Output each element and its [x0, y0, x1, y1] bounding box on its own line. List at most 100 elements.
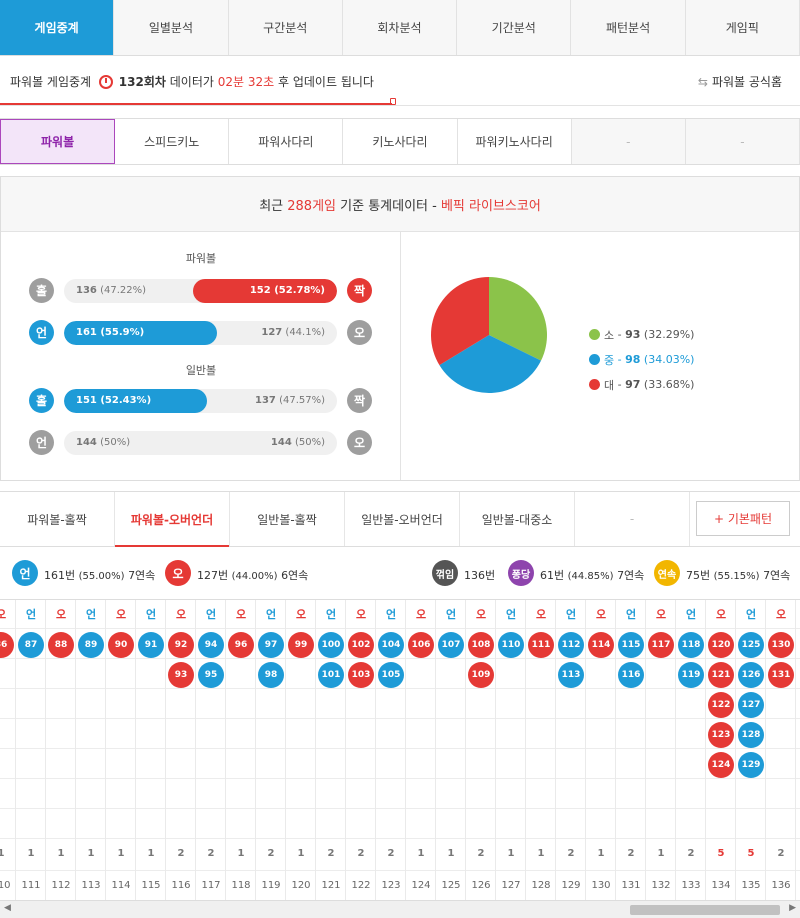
stats-site-name: 베픽 라이브스코어 — [440, 198, 541, 214]
scroll-right-icon[interactable]: ▶ — [789, 903, 796, 913]
round-ball: 96 — [228, 632, 254, 658]
tab-game-pick[interactable]: 게임픽 — [686, 0, 800, 55]
under-header: 언 — [565, 608, 577, 621]
official-home-link[interactable]: ⇆ 파워볼 공식홈 — [698, 73, 782, 90]
statistics-header: 최근 288게임 기준 통계데이터 - 베픽 라이브스코어 — [1, 177, 799, 232]
top-nav-tabs: 게임중계 일별분석 구간분석 회차분석 기간분석 패턴분석 게임픽 — [0, 0, 800, 56]
info-mid: 데이터가 — [169, 75, 214, 89]
legend-item-small: 소 - 93 (32.29%) — [589, 322, 694, 347]
over-header: 오 — [655, 608, 667, 621]
column-round-number: 115 — [141, 880, 161, 891]
round-ball: 98 — [258, 662, 284, 688]
column-round-number: 126 — [471, 880, 491, 891]
streak-count: 2 — [627, 848, 635, 859]
round-ball: 95 — [198, 662, 224, 688]
over-header: 오 — [475, 608, 487, 621]
round-ball: 110 — [498, 632, 524, 658]
round-ball: 89 — [78, 632, 104, 658]
legend-item-large: 대 - 97 (33.68%) — [589, 372, 694, 397]
streak-count: 1 — [57, 848, 65, 859]
tab-keno-ladder[interactable]: 키노사다리 — [343, 119, 458, 164]
current-round: 132회차 — [118, 75, 166, 89]
round-ball: 93 — [168, 662, 194, 688]
under-header: 언 — [385, 608, 397, 621]
pattern-column: 오 117 1 132 — [646, 600, 676, 900]
official-home-label: 파워볼 공식홈 — [711, 75, 782, 89]
column-round-number: 123 — [381, 880, 401, 891]
tab-empty: - — [575, 492, 690, 546]
pong-summary: 61번 (44.85%) 7연속 — [540, 569, 645, 582]
update-status-text: 파워볼 게임중계 132회차 데이터가 02분 32초 후 업데이트 됩니다 — [10, 73, 374, 90]
tab-pattern-analysis[interactable]: 패턴분석 — [571, 0, 686, 55]
pattern-column: 언 118 119 2 133 — [676, 600, 706, 900]
round-ball: 90 — [108, 632, 134, 658]
tab-daily-analysis[interactable]: 일별분석 — [114, 0, 229, 55]
over-header: 오 — [355, 608, 367, 621]
odd-value: 151 (52.43%) — [76, 395, 152, 406]
size-pie-chart — [431, 277, 547, 393]
streak-count: 5 — [747, 848, 755, 859]
progress-marker-icon — [390, 98, 396, 105]
even-value: 152 (52.78%) — [249, 285, 325, 296]
tab-round-analysis[interactable]: 회차분석 — [343, 0, 458, 55]
powerball-odd-even-row: 홀 136 (47.22%) 152 (52.78%) 짝 — [29, 278, 377, 304]
break-badge: 꺾임 — [432, 560, 458, 586]
streak-count: 1 — [237, 848, 245, 859]
streak-count: 1 — [657, 848, 665, 859]
column-round-number: 129 — [561, 880, 581, 891]
column-round-number: 124 — [411, 880, 431, 891]
tab-nb-odd-even[interactable]: 일반볼-홀짝 — [230, 492, 345, 546]
tab-speed-keno[interactable]: 스피드키노 — [115, 119, 230, 164]
round-ball: 124 — [708, 752, 734, 778]
scroll-left-icon[interactable]: ◀ — [4, 903, 11, 913]
scrollbar-thumb[interactable] — [630, 905, 780, 915]
base-pattern-button[interactable]: + 기본패턴 — [696, 501, 790, 536]
tab-power-keno-ladder[interactable]: 파워키노사다리 — [457, 119, 572, 164]
tab-game-broadcast[interactable]: 게임중계 — [0, 0, 115, 55]
tab-nb-size[interactable]: 일반볼-대중소 — [460, 492, 575, 546]
over-header: 오 — [535, 608, 547, 621]
column-round-number: 125 — [441, 880, 461, 891]
round-ball: 100 — [318, 632, 344, 658]
tab-pb-over-under[interactable]: 파워볼-오버언더 — [115, 492, 230, 547]
pong-badge: 퐁당 — [508, 560, 534, 586]
round-ball: 109 — [468, 662, 494, 688]
countdown-time: 02분 32초 — [217, 75, 275, 89]
pie-legend: 소 - 93 (32.29%) 중 - 98 (34.03%) 대 - 97 (… — [589, 322, 694, 397]
streak-summary: 75번 (55.15%) 7연속 — [686, 569, 791, 582]
tab-power-ladder[interactable]: 파워사다리 — [229, 119, 344, 164]
pattern-summary: 언 161번 (55.00%) 7연속 오 127번 (44.00%) 6연속 … — [0, 547, 800, 599]
tab-empty-2: - — [685, 119, 800, 164]
ratio-track: 144 (50%) 144 (50%) — [64, 431, 337, 455]
statistics-panel: 최근 288게임 기준 통계데이터 - 베픽 라이브스코어 파워볼 홀 136 … — [0, 176, 800, 481]
tab-period-analysis[interactable]: 기간분석 — [457, 0, 572, 55]
round-ball: 92 — [168, 632, 194, 658]
tab-range-analysis[interactable]: 구간분석 — [229, 0, 343, 55]
normalball-under-over-row: 언 144 (50%) 144 (50%) 오 — [29, 430, 377, 456]
column-round-number: 113 — [81, 880, 101, 891]
under-header: 언 — [25, 608, 37, 621]
round-ball: 91 — [138, 632, 164, 658]
streak-count: 1 — [297, 848, 305, 859]
over-header: 오 — [295, 608, 307, 621]
tab-powerball[interactable]: 파워볼 — [0, 119, 116, 164]
pattern-column: 언 112 113 2 129 — [556, 600, 586, 900]
column-round-number: 122 — [351, 880, 371, 891]
streak-count: 1 — [117, 848, 125, 859]
tab-nb-over-under[interactable]: 일반볼-오버언더 — [345, 492, 460, 546]
round-ball: 120 — [708, 632, 734, 658]
over-header: 오 — [775, 608, 787, 621]
streak-count: 2 — [327, 848, 335, 859]
game-type-tabs: 파워볼 스피드키노 파워사다리 키노사다리 파워키노사다리 - - — [0, 118, 800, 165]
column-round-number: 118 — [231, 880, 251, 891]
under-badge: 언 — [29, 430, 54, 455]
column-round-number: 132 — [651, 880, 671, 891]
over-header: 오 — [175, 608, 187, 621]
legend-dot-icon — [589, 379, 600, 390]
info-prefix: 파워볼 게임중계 — [10, 75, 92, 89]
round-ball: 123 — [708, 722, 734, 748]
under-summary: 161번 (55.00%) 7연속 — [44, 569, 156, 582]
horizontal-scrollbar[interactable]: ◀ ▶ — [0, 900, 800, 918]
tab-pb-odd-even[interactable]: 파워볼-홀짝 — [0, 492, 115, 546]
pattern-column: 오 114 1 130 — [586, 600, 616, 900]
